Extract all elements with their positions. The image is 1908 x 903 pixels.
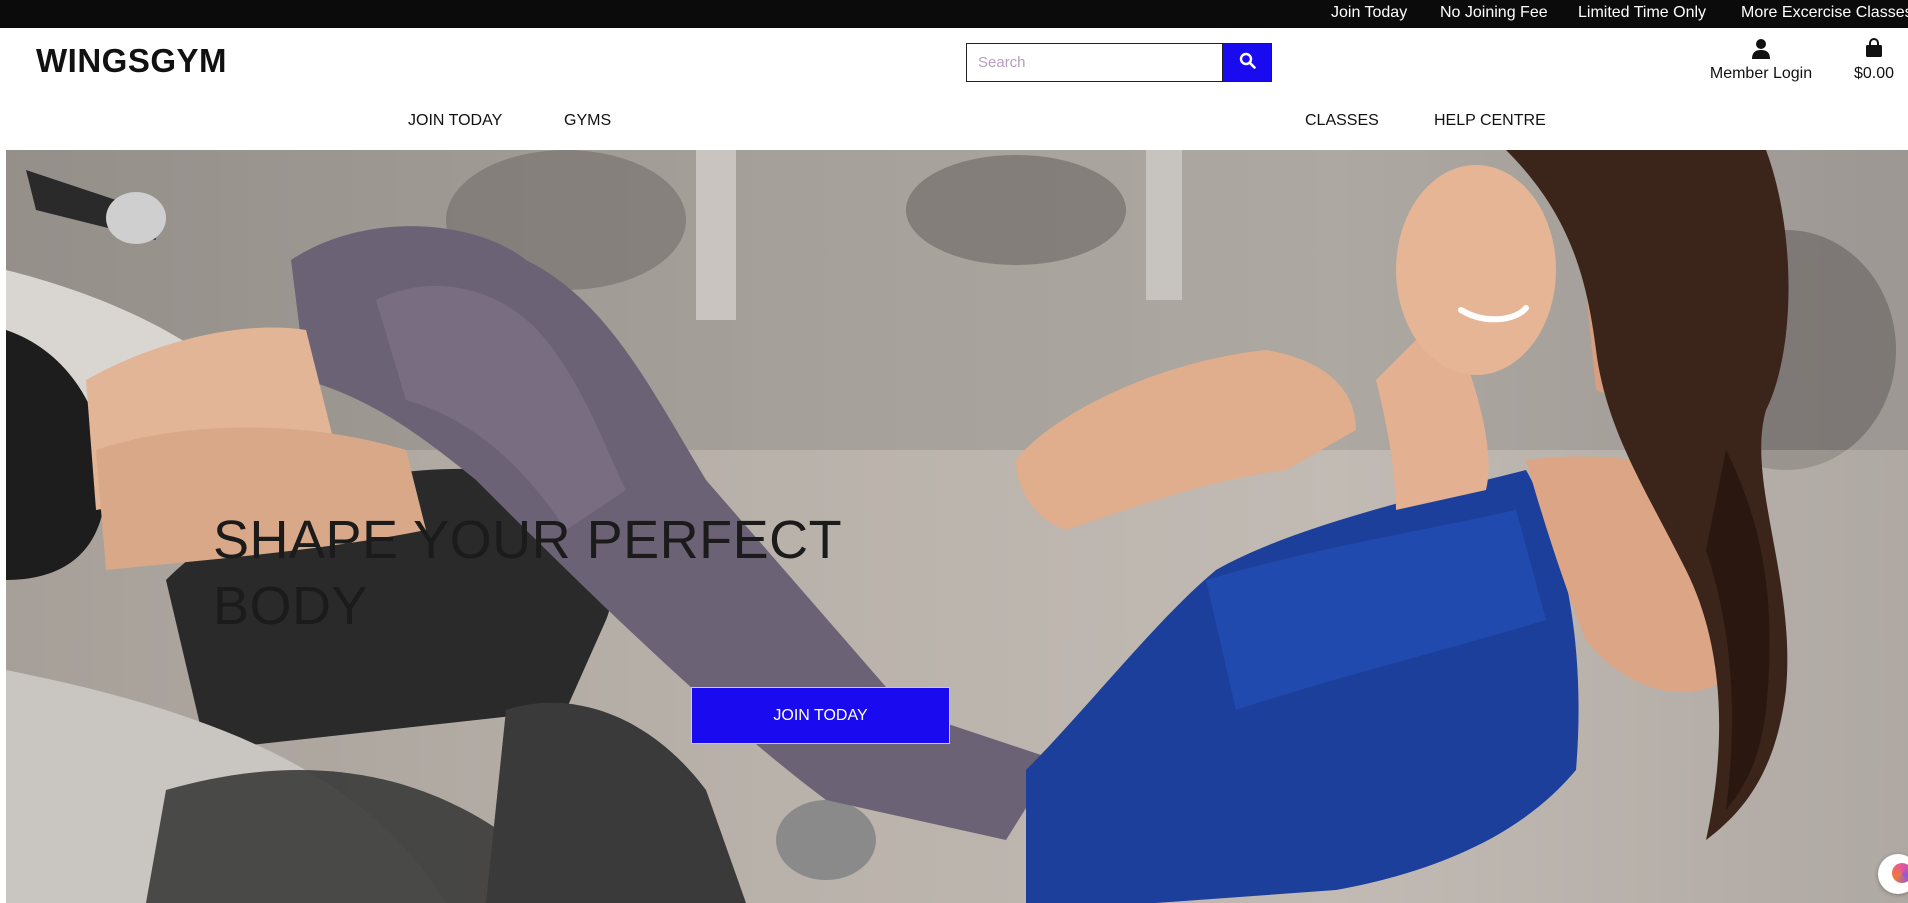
nav-classes[interactable]: CLASSES xyxy=(1305,112,1379,130)
promo-item-more-classes[interactable]: More Excercise Classes xyxy=(1741,4,1908,22)
bag-total: $0.00 xyxy=(1853,65,1895,82)
brand-logo[interactable]: WINGSGYM xyxy=(36,42,227,80)
nav-gyms[interactable]: GYMS xyxy=(564,112,611,130)
user-icon xyxy=(1706,38,1816,64)
promo-bar: Join Today No Joining Fee Limited Time O… xyxy=(0,0,1908,28)
member-login-link[interactable]: Member Login xyxy=(1706,38,1816,83)
nav-help-centre[interactable]: HELP CENTRE xyxy=(1434,112,1546,130)
promo-item-limited-time[interactable]: Limited Time Only xyxy=(1578,4,1706,22)
hero-title: SHAPE YOUR PERFECT BODY xyxy=(213,510,842,636)
search-button[interactable] xyxy=(1222,43,1272,82)
member-login-label: Member Login xyxy=(1709,65,1813,82)
chat-widget-icon xyxy=(1892,863,1908,883)
promo-item-no-joining-fee[interactable]: No Joining Fee xyxy=(1440,4,1548,22)
search-icon xyxy=(1239,52,1256,74)
shopping-bag-icon xyxy=(1849,38,1899,64)
hero-join-today-button[interactable]: JOIN TODAY xyxy=(691,687,950,744)
search-input[interactable] xyxy=(966,43,1222,82)
shopping-bag-link[interactable]: $0.00 xyxy=(1849,38,1899,83)
search-form xyxy=(966,43,1272,82)
promo-item-join-today[interactable]: Join Today xyxy=(1331,4,1407,22)
nav-join-today[interactable]: JOIN TODAY xyxy=(408,112,502,130)
hero-banner: SHAPE YOUR PERFECT BODY JOIN TODAY xyxy=(6,150,1908,903)
